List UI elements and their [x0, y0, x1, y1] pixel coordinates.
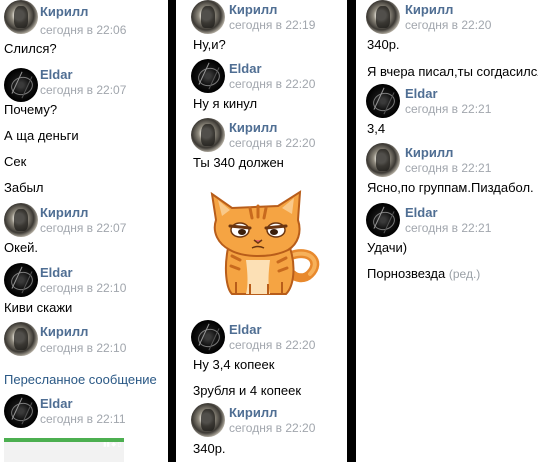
- message-text: 340р.: [367, 37, 400, 52]
- message-time[interactable]: сегодня в 22:07: [40, 83, 126, 97]
- message-text: Ну,и?: [193, 37, 226, 52]
- author-name[interactable]: Eldar: [405, 205, 438, 220]
- author-name[interactable]: Eldar: [229, 322, 262, 337]
- author-name[interactable]: Кирилл: [40, 4, 88, 19]
- author-name[interactable]: Eldar: [40, 396, 73, 411]
- avatar[interactable]: [366, 143, 400, 177]
- message-text: Окей.: [4, 240, 39, 255]
- message-text: Слился?: [4, 41, 57, 56]
- avatar[interactable]: [4, 203, 38, 237]
- message-text-content: Порнозвезда: [367, 266, 446, 281]
- message-time[interactable]: сегодня в 22:21: [405, 161, 491, 175]
- chat-column-2: Кирилл сегодня в 22:19 Ну,и? Eldar сегод…: [176, 0, 347, 462]
- ginger-cat-sticker-icon[interactable]: [198, 186, 320, 298]
- message-text: Сек: [4, 154, 27, 169]
- author-name[interactable]: Кирилл: [405, 145, 453, 160]
- edited-label: (ред.): [448, 267, 481, 281]
- chat-column-1: Кирилл сегодня в 22:06 Слился? Eldar сег…: [0, 0, 168, 462]
- avatar[interactable]: [366, 0, 400, 34]
- avatar[interactable]: [366, 84, 400, 118]
- avatar[interactable]: [4, 263, 38, 297]
- message-time[interactable]: сегодня в 22:20: [405, 18, 491, 32]
- message-text: Ясно,по группам.Пиздабол.: [367, 180, 534, 195]
- author-name[interactable]: Eldar: [405, 86, 438, 101]
- message-time[interactable]: сегодня в 22:20: [229, 77, 315, 91]
- avatar[interactable]: [191, 118, 225, 152]
- message-time[interactable]: сегодня в 22:19: [229, 18, 315, 32]
- message-text: Почему?: [4, 102, 58, 117]
- message-text: Я вчера писал,ты согдасился: [367, 64, 538, 79]
- message-time[interactable]: сегодня в 22:20: [229, 136, 315, 150]
- avatar[interactable]: [4, 68, 38, 102]
- author-name[interactable]: Кирилл: [40, 205, 88, 220]
- message-text: А ща деньги: [4, 128, 79, 143]
- phone-status-bar-icon: ▮▮ ◆ ▯: [103, 442, 121, 448]
- avatar[interactable]: [4, 0, 38, 34]
- author-name[interactable]: Кирилл: [40, 324, 88, 339]
- author-name[interactable]: Eldar: [40, 265, 73, 280]
- author-name[interactable]: Кирилл: [405, 2, 453, 17]
- message-text: Порнозвезда (ред.): [367, 266, 480, 281]
- message-time[interactable]: сегодня в 22:10: [40, 341, 126, 355]
- message-text: Удачи): [367, 240, 408, 255]
- message-text: Киви скажи: [4, 300, 73, 315]
- message-time[interactable]: сегодня в 22:07: [40, 221, 126, 235]
- author-name[interactable]: Кирилл: [229, 120, 277, 135]
- avatar[interactable]: [191, 403, 225, 437]
- author-name[interactable]: Eldar: [229, 61, 262, 76]
- forwarded-screenshot-image[interactable]: ▮▮ ◆ ▯: [4, 438, 124, 462]
- message-text: Забыл: [4, 180, 44, 195]
- avatar[interactable]: [191, 0, 225, 34]
- author-name[interactable]: Кирилл: [229, 2, 277, 17]
- message-time[interactable]: сегодня в 22:06: [40, 23, 126, 37]
- message-time[interactable]: сегодня в 22:11: [40, 412, 126, 426]
- avatar[interactable]: [366, 203, 400, 237]
- message-time[interactable]: сегодня в 22:21: [405, 102, 491, 116]
- avatar[interactable]: [191, 320, 225, 354]
- message-time[interactable]: сегодня в 22:10: [40, 281, 126, 295]
- message-text: Ну 3,4 копеек: [193, 357, 275, 372]
- avatar[interactable]: [4, 322, 38, 356]
- message-text: 3рубля и 4 копеек: [193, 383, 302, 398]
- message-text: Ну я кинул: [193, 96, 258, 111]
- author-name[interactable]: Eldar: [40, 67, 73, 82]
- message-time[interactable]: сегодня в 22:20: [229, 421, 315, 435]
- message-text: Ты 340 должен: [193, 155, 284, 170]
- forwarded-message-link[interactable]: Пересланное сообщение: [4, 372, 157, 387]
- message-text: 3,4: [367, 121, 386, 136]
- avatar[interactable]: [4, 394, 38, 428]
- message-time[interactable]: сегодня в 22:21: [405, 221, 491, 235]
- chat-column-3: Кирилл сегодня в 22:20 340р. Я вчера пис…: [356, 0, 538, 462]
- message-text: 340р.: [193, 441, 226, 456]
- message-time[interactable]: сегодня в 22:20: [229, 338, 315, 352]
- author-name[interactable]: Кирилл: [229, 405, 277, 420]
- avatar[interactable]: [191, 59, 225, 93]
